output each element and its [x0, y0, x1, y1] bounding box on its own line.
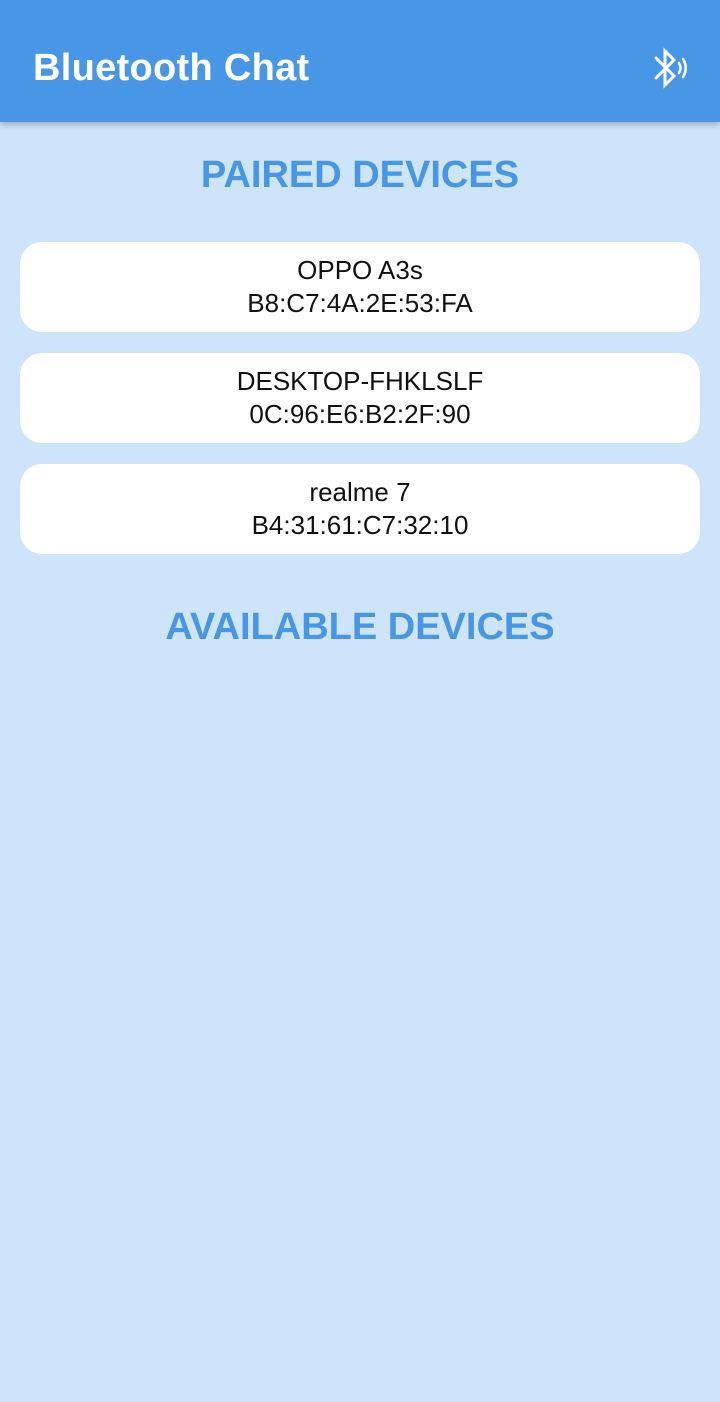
bluetooth-searching-icon	[654, 47, 688, 89]
device-name: DESKTOP-FHKLSLF	[236, 366, 484, 396]
paired-devices-heading: PAIRED DEVICES	[200, 154, 520, 196]
device-address: 0C:96:E6:B2:2F:90	[249, 399, 471, 429]
device-name: OPPO A3s	[297, 255, 423, 285]
paired-device-item[interactable]: OPPO A3s B8:C7:4A:2E:53:FA	[20, 242, 700, 332]
bluetooth-scan-button[interactable]	[640, 38, 700, 98]
paired-device-list: OPPO A3s B8:C7:4A:2E:53:FA DESKTOP-FHKLS…	[20, 242, 700, 575]
paired-device-item[interactable]: realme 7 B4:31:61:C7:32:10	[20, 464, 700, 554]
device-address: B8:C7:4A:2E:53:FA	[247, 288, 473, 318]
device-address: B4:31:61:C7:32:10	[251, 510, 469, 540]
app-title: Bluetooth Chat	[33, 47, 310, 89]
paired-device-item[interactable]: DESKTOP-FHKLSLF 0C:96:E6:B2:2F:90	[20, 353, 700, 443]
device-name: realme 7	[309, 477, 411, 507]
available-devices-heading: AVAILABLE DEVICES	[165, 606, 555, 648]
app-bar: Bluetooth Chat	[0, 0, 720, 122]
